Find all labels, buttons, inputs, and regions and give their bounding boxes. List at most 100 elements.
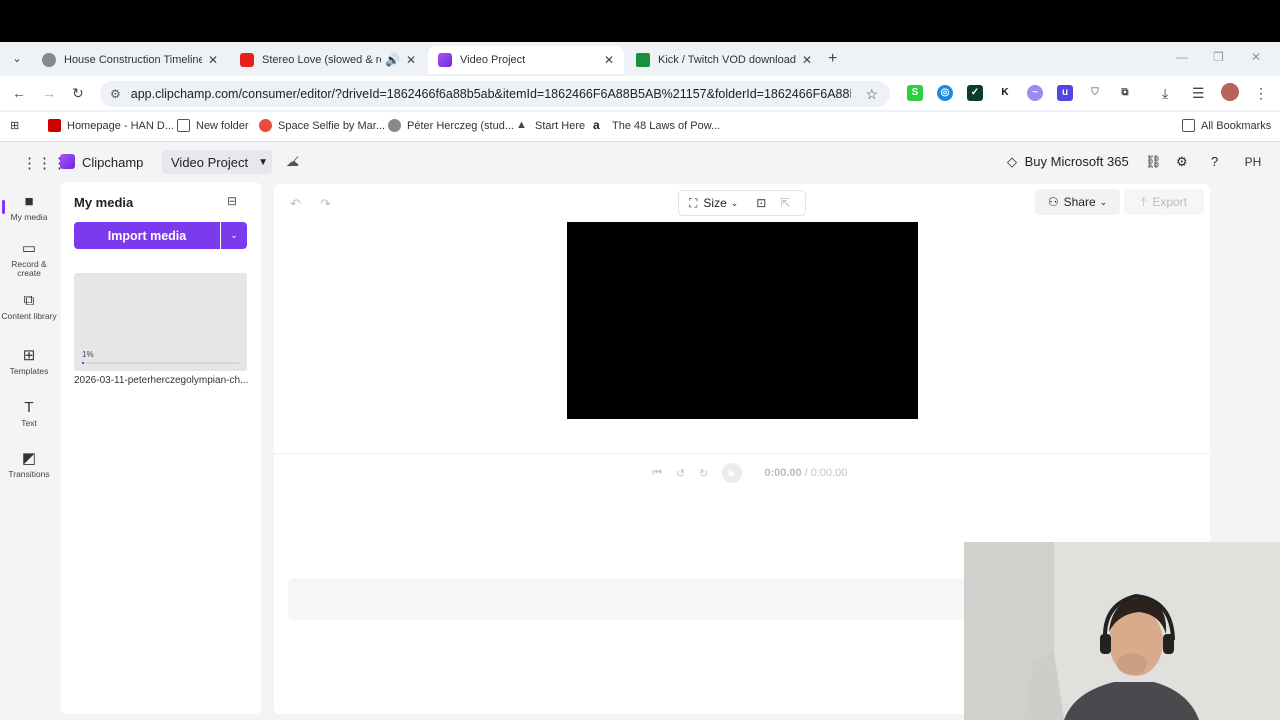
export-button[interactable]: ⤒ Export xyxy=(1124,189,1204,215)
site-settings-icon[interactable]: ⚙ xyxy=(110,87,121,101)
close-tab-icon[interactable]: ✕ xyxy=(604,53,614,67)
bookmark-item[interactable]: Péter Herczeg (stud... xyxy=(388,119,514,132)
playlist-icon[interactable]: ☰ xyxy=(1192,85,1205,102)
tab-kick-twitch[interactable]: Kick / Twitch VOD downloader ✕ xyxy=(626,46,822,74)
sidebar-item-record[interactable]: ▭ Record & create xyxy=(0,241,58,278)
undo-icon[interactable]: ↶ xyxy=(290,196,301,212)
sidebar-item-my-media[interactable]: ■ My media xyxy=(0,194,58,222)
share-button[interactable]: ⚇ Share ⌄ xyxy=(1035,189,1120,215)
redo-icon[interactable]: ↷ xyxy=(320,196,331,212)
collapse-panel-icon[interactable]: ⊟ xyxy=(227,194,237,208)
chevron-down-icon: ⌄ xyxy=(730,197,739,208)
extension-check-icon[interactable]: ✓ xyxy=(967,85,983,101)
bookmark-favicon-icon xyxy=(259,119,272,132)
url-text[interactable]: app.clipchamp.com/consumer/editor/?drive… xyxy=(131,87,851,101)
import-options-chevron-icon[interactable]: ⌄ xyxy=(221,222,247,249)
help-icon[interactable]: ? xyxy=(1211,154,1218,169)
import-media-button[interactable]: Import media xyxy=(74,222,220,249)
people-icon: ⚇ xyxy=(1047,195,1059,209)
bookmark-item[interactable]: Homepage - HAN D... xyxy=(48,119,174,132)
profile-avatar[interactable] xyxy=(1221,83,1239,101)
audio-playing-icon[interactable]: 🔊 xyxy=(385,53,400,67)
current-time: 0:00.00 xyxy=(764,467,802,479)
youtube-icon xyxy=(240,53,254,67)
sidebar-item-label: Transitions xyxy=(8,469,50,479)
browser-menu-icon[interactable]: ⋮ xyxy=(1254,85,1268,102)
media-panel: My media ⊟ Import media ⌄ 1% 2026-03-11-… xyxy=(61,182,261,714)
tab-search-icon[interactable]: ⌄ xyxy=(8,50,26,68)
new-tab-button[interactable]: + xyxy=(828,50,837,68)
video-preview[interactable] xyxy=(567,222,918,419)
minimize-button[interactable]: — xyxy=(1176,50,1188,64)
tab-stereo-love[interactable]: Stereo Love (slowed & reve 🔊 ✕ xyxy=(230,46,426,74)
address-bar[interactable]: ⚙ app.clipchamp.com/consumer/editor/?dri… xyxy=(100,81,890,107)
size-toolbar: ⛶ Size ⌄ ⊡ ⇱ xyxy=(678,190,806,216)
bookmark-star-icon[interactable]: ☆ xyxy=(865,86,878,103)
bookmark-item[interactable]: a The 48 Laws of Pow... xyxy=(593,119,720,132)
sidebar-item-label: Text xyxy=(21,418,37,428)
tab-house-construction[interactable]: House Construction Timeline ✕ xyxy=(32,46,228,74)
left-sidebar: ■ My media ▭ Record & create ⧉ Content l… xyxy=(0,182,58,720)
templates-icon: ⊞ xyxy=(22,347,36,364)
settings-gear-icon[interactable]: ⚙ xyxy=(1176,154,1188,170)
triangle-icon: ▲ xyxy=(516,119,527,131)
extension-u-icon[interactable]: u xyxy=(1057,85,1073,101)
sidebar-item-text[interactable]: T Text xyxy=(0,400,58,428)
skip-to-start-icon[interactable]: ⏮ xyxy=(652,467,662,480)
bookmark-label: New folder xyxy=(196,119,249,132)
extension-k-icon[interactable]: K xyxy=(997,85,1013,101)
extension-shield-icon[interactable]: ⛉ xyxy=(1087,85,1103,101)
download-icon[interactable]: ⤓ xyxy=(1162,85,1168,102)
close-tab-icon[interactable]: ✕ xyxy=(802,53,812,67)
rewind-5s-icon[interactable]: ↺ xyxy=(676,467,685,480)
cloud-off-icon[interactable]: ☁̸ xyxy=(286,154,299,170)
play-icon[interactable]: ▶ xyxy=(722,463,743,483)
maximize-button[interactable]: ❐ xyxy=(1213,50,1224,64)
close-tab-icon[interactable]: ✕ xyxy=(208,53,218,67)
close-window-button[interactable]: ✕ xyxy=(1251,50,1261,64)
size-button[interactable]: Size xyxy=(703,196,726,210)
link-icon[interactable]: ⛓ xyxy=(1145,154,1162,170)
tab-title: House Construction Timeline xyxy=(64,54,202,66)
timeline-track[interactable] xyxy=(288,578,1048,620)
downloader-icon xyxy=(636,53,650,67)
screenshot-icon[interactable]: ⊡ xyxy=(756,196,766,210)
buy-microsoft-button[interactable]: ◇ Buy Microsoft 365 xyxy=(1007,154,1129,170)
webcam-person-image xyxy=(964,542,1280,720)
sidebar-item-label: My media xyxy=(10,212,48,222)
extensions-puzzle-icon[interactable]: ⧉ xyxy=(1117,85,1133,101)
reload-button[interactable]: ↻ xyxy=(72,85,84,102)
back-button[interactable]: ← xyxy=(12,85,26,101)
playback-controls: ⏮ ↺ ↻ ▶ 0:00.00 / 0:00.00 xyxy=(652,463,861,483)
forward-5s-icon[interactable]: ↻ xyxy=(699,467,708,480)
upload-icon: ⤒ xyxy=(1141,194,1147,209)
apps-grid-icon[interactable]: ⊞ xyxy=(10,119,19,132)
sidebar-item-templates[interactable]: ⊞ Templates xyxy=(0,348,58,376)
library-icon: ⧉ xyxy=(23,292,35,309)
bookmark-folder[interactable]: New folder xyxy=(177,119,249,132)
all-bookmarks-button[interactable]: All Bookmarks xyxy=(1182,119,1271,132)
share-label: Share xyxy=(1063,195,1096,209)
project-name: Video Project xyxy=(171,154,249,170)
bookmark-item[interactable]: Space Selfie by Mar... xyxy=(259,119,385,132)
extension-s-icon[interactable]: S xyxy=(907,85,923,101)
close-tab-icon[interactable]: ✕ xyxy=(406,53,416,67)
camera-icon: ▭ xyxy=(21,240,37,257)
webcam-overlay xyxy=(964,542,1280,720)
bookmark-item[interactable]: ▲ Start Here xyxy=(516,119,585,132)
project-name-button[interactable]: Video Project ▼ xyxy=(162,150,272,174)
amazon-icon: a xyxy=(593,118,600,132)
popout-icon[interactable]: ⇱ xyxy=(780,196,790,210)
folder-icon xyxy=(1182,119,1195,132)
clipchamp-icon xyxy=(438,53,452,67)
tab-video-project[interactable]: Video Project ✕ xyxy=(428,46,624,74)
forward-button[interactable]: → xyxy=(42,85,56,101)
clipchamp-logo-icon xyxy=(60,154,75,169)
media-item-thumbnail[interactable]: 1% xyxy=(74,273,247,371)
sidebar-item-transitions[interactable]: ◩ Transitions xyxy=(0,451,58,479)
extension-circle-icon[interactable]: ◎ xyxy=(937,85,953,101)
sidebar-item-content-library[interactable]: ⧉ Content library xyxy=(0,293,58,321)
extension-cloud-icon[interactable]: ~ xyxy=(1027,85,1043,101)
avatar[interactable]: PH xyxy=(1240,151,1266,173)
crop-icon: ⛶ xyxy=(689,195,698,210)
